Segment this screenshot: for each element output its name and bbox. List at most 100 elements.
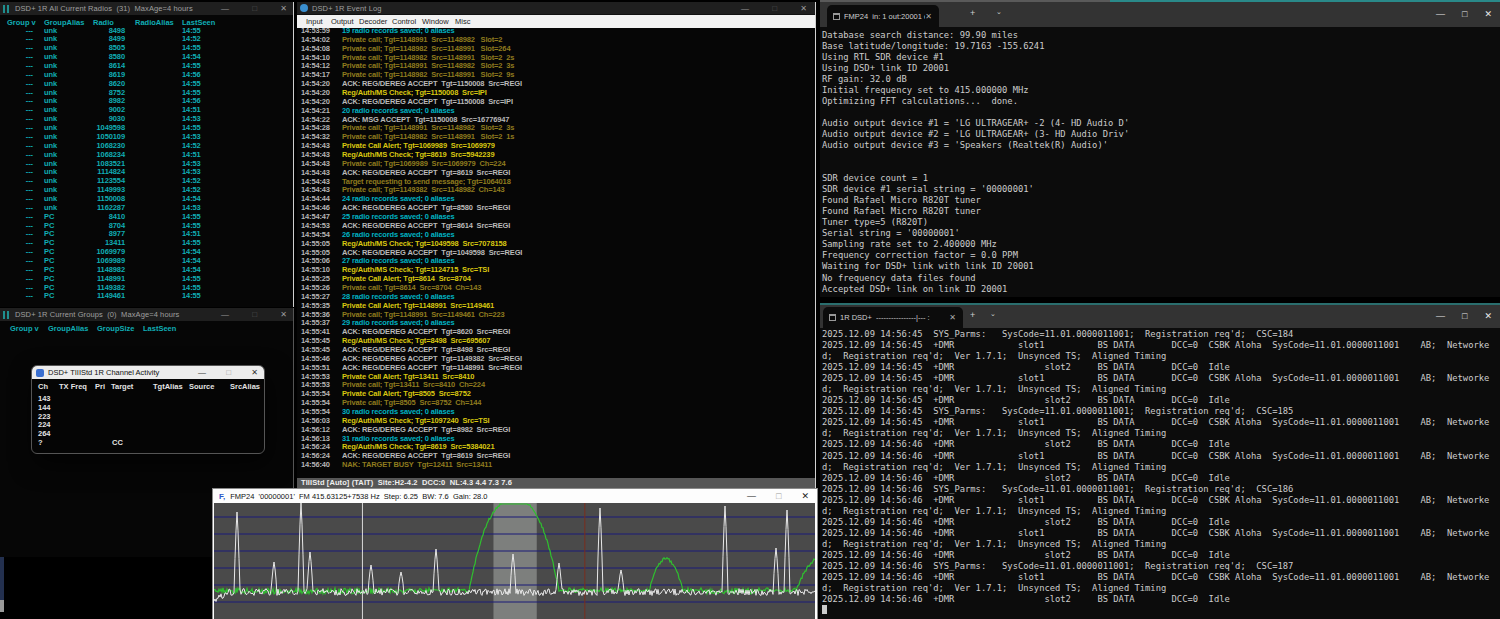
console2-tab-title: 1R DSD+ ----------------|--- : [840,313,930,322]
channel-table-body: 143144223224264?CC [38,366,264,453]
console-line: 2025.12.09 14:56:45 +DMR slot2 BS DATA D… [822,362,1500,373]
console-line: Found Rafael Micro R820T tuner [822,195,1500,206]
console-line: Database search distance: 99.90 miles [822,30,1500,41]
channel-row[interactable]: 264 [38,430,264,439]
minimize-button[interactable]: — [1436,311,1445,321]
console-line: Sampling rate set to 2.400000 MHz [822,239,1500,250]
console-line: 2025.12.09 14:56:46 +DMR slot2 BS DATA D… [822,550,1500,561]
console-line: 2025.12.09 14:56:46 +DMR slot2 BS DATA D… [822,517,1500,528]
radio-row[interactable]: --- PC 1149461 14:55 [7,292,293,301]
console-line: SDR device count = 1 [822,173,1500,184]
console-line: SDR device #1 serial string = '00000001' [822,184,1500,195]
maximize-button[interactable]: □ [1462,9,1467,19]
terminal-tab-icon [833,13,840,20]
console-line: Using DSD+ link ID 20001 [822,63,1500,74]
groups-table-header: Group vGroupAliasGroupSizeLastSeen [10,324,293,333]
console-line: 2025.12.09 14:56:46 +DMR slot1 BS DATA D… [822,572,1500,583]
console-line: 2025.12.09 14:56:45 SYS_Parms: SysCode=1… [822,329,1500,340]
console-line: Audio output device #3 = 'Speakers (Real… [822,140,1500,151]
minimize-button[interactable]: — [221,308,229,321]
cell-radio: 1149461 [58,292,125,301]
console-line: d; Registration req'd; Ver 1.7.1; Unsync… [822,539,1500,550]
dsdplus-console-window: 1R DSD+ ----------------|--- : ✕ + ⌄ — □… [820,303,1500,619]
radios-table-body: ---unk849814:55---unk849914:52---unk8505… [7,2,293,307]
close-button[interactable]: ✕ [1484,9,1492,19]
console-line: Optimizing FFT calculations... done. [822,96,1500,107]
console-line: 2025.12.09 14:56:45 SYS_Parms: SysCode=1… [822,406,1500,417]
console-line: 2025.12.09 14:56:45 +DMR slot1 BS DATA D… [822,340,1500,351]
console-line: 2025.12.09 14:56:46 +DMR slot2 BS DATA D… [822,594,1500,605]
channel-row[interactable]: 144 [38,404,264,413]
console-line: d; Registration req'd; Ver 1.7.1; Unsync… [822,351,1500,362]
channel-row[interactable]: ?CC [38,439,264,448]
eventlog-body: 14:53:5919 radio records saved; 0 aliase… [297,2,815,478]
console1-body[interactable]: Database search distance: 99.90 milesBas… [820,27,1500,297]
radios-window: DSD+ 1R All Current Radios (31) MaxAge=4… [0,2,294,307]
console-line [822,107,1500,118]
console-line: Serial string = '00000001' [822,228,1500,239]
edge-sliver-gray [0,600,4,612]
minimize-button[interactable]: — [747,491,756,501]
log-message: NAK: TARGET BUSY Tgt=12411 Src=13411 [342,461,492,470]
log-line: 14:56:40NAK: TARGET BUSY Tgt=12411 Src=1… [297,461,815,470]
maximize-button[interactable]: □ [776,491,781,501]
channel-row[interactable]: 224 [38,421,264,430]
close-button[interactable]: ✕ [801,491,809,501]
spectrum-window: F, FMP24 '00000001' FM 415.63125+7538 Hz… [212,488,818,619]
channel-row[interactable]: 223 [38,413,264,422]
tab-close-icon[interactable]: ✕ [925,12,932,21]
console-line: RF gain: 32.0 dB [822,74,1500,85]
column-header: GroupSize [97,324,135,333]
tab-dropdown-button[interactable]: ⌄ [990,310,996,318]
console2-body[interactable]: 2025.12.09 14:56:45 SYS_Parms: SysCode=1… [820,328,1500,619]
channel-activity-window: DSD+ TIIIStd 1R Channel Activity — □ ✕ C… [31,365,265,454]
groups-window-title: DSD+ 1R Current Groups (0) MaxAge=4 hour… [15,310,179,319]
cell-group: --- [7,292,33,301]
console-cursor-line [822,605,1500,616]
eventlog-statusbar: TIIIStd [Auto] (TAIT) Site:H2-4.2 DCC:0 … [297,478,815,488]
spectrum-titlebar[interactable]: F, FMP24 '00000001' FM 415.63125+7538 Hz… [213,489,817,503]
spectrum-plot[interactable] [214,503,815,619]
cell-lastseen: 14:55 [182,292,201,301]
groups-titlebar[interactable]: DSD+ 1R Current Groups (0) MaxAge=4 hour… [0,308,293,321]
tab-dropdown-button[interactable]: ⌄ [996,8,1002,16]
console-line [822,162,1500,173]
eventlog-window: DSD+ 1R Event Log — □ ✕ InputOutputDecod… [297,2,816,488]
console-line: 2025.12.09 14:56:46 +DMR slot1 BS DATA D… [822,451,1500,462]
console-line: Accepted DSD+ link on link ID 20001 [822,284,1500,295]
maximize-button[interactable]: □ [252,308,257,321]
new-tab-button[interactable]: + [970,310,975,320]
cell-groupalias: PC [44,292,54,301]
console-line: Waiting for DSD+ link with link ID 20001 [822,261,1500,272]
maximize-button[interactable]: □ [1462,311,1467,321]
console-line: 2025.12.09 14:56:45 +DMR slot1 BS DATA D… [822,373,1500,384]
tab-close-icon[interactable]: ✕ [949,313,956,322]
fmp24-console-window: FMP24 in: 1 out:20001 corr:0.l ✕ + ⌄ — □… [820,0,1500,297]
console1-tab[interactable]: FMP24 in: 1 out:20001 corr:0.l ✕ [827,5,939,27]
console-line: 2025.12.09 14:56:46 +DMR slot2 BS DATA D… [822,473,1500,484]
console-line: Using RTL SDR device #1 [822,52,1500,63]
column-header: Group v [10,324,39,333]
minimize-button[interactable]: — [1436,9,1445,19]
new-tab-button[interactable]: + [970,8,975,18]
console2-tab[interactable]: 1R DSD+ ----------------|--- : ✕ [823,307,963,328]
console-line: No frequency data files found [822,273,1500,284]
console-line: Found Rafael Micro R820T tuner [822,206,1500,217]
text-cursor [822,605,827,614]
cell-target: CC [112,439,123,448]
console-line: d; Registration req'd; Ver 1.7.1; Unsync… [822,428,1500,439]
console-line: Initial frequency set to 415.000000 MHz [822,85,1500,96]
console1-tab-title: FMP24 in: 1 out:20001 corr:0.l [844,12,925,21]
column-header: LastSeen [143,324,176,333]
close-button[interactable]: ✕ [280,308,287,321]
console-line: 2025.12.09 14:56:46 SYS_Parms: SysCode=1… [822,484,1500,495]
console-line: d; Registration req'd; Ver 1.7.1; Unsync… [822,506,1500,517]
console-line: 2025.12.09 14:56:46 SYS_Parms: SysCode=1… [822,561,1500,572]
spectrum-window-icon: F, [219,492,225,501]
console-line: Audio output device #2 = 'LG ULTRAGEAR+ … [822,129,1500,140]
console-line: Base latitude/longitude: 19.7163 -155.62… [822,41,1500,52]
console-line: 2025.12.09 14:56:46 +DMR slot1 BS DATA D… [822,528,1500,539]
close-button[interactable]: ✕ [1484,311,1492,321]
console-line [822,151,1500,162]
channel-row[interactable]: 143 [38,395,264,404]
